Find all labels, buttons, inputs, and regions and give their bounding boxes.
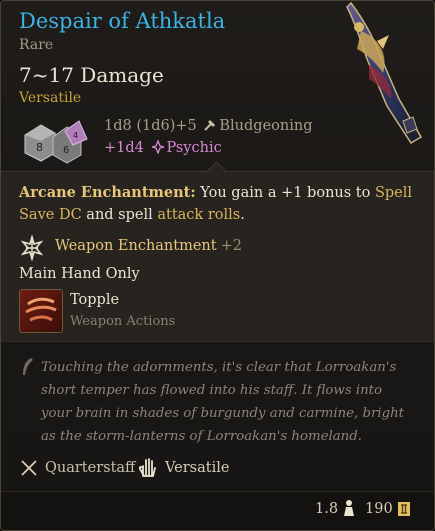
arcane-text-c: . <box>240 207 245 223</box>
action-category: Weapon Actions <box>70 314 176 329</box>
svg-text:8: 8 <box>36 141 43 154</box>
divider <box>1 341 434 342</box>
topple-action-icon[interactable] <box>19 289 63 333</box>
damage-type-psychic: Psychic <box>166 140 222 156</box>
main-hand-only: Main Hand Only <box>19 266 140 282</box>
item-price: 190 <box>365 501 393 517</box>
arcane-text-b: and spell <box>81 207 158 223</box>
quill-icon <box>23 358 33 375</box>
attack-rolls-link[interactable]: attack rolls <box>157 207 240 223</box>
crossed-staves-icon <box>21 460 37 476</box>
bonus-damage-dice: +1d4 <box>104 140 144 156</box>
lore-text: Touching the adornments, it's clear that… <box>41 360 405 444</box>
arcane-enchantment: Arcane Enchantment: You gain a +1 bonus … <box>19 182 419 226</box>
weapon-tag: Versatile <box>19 90 82 106</box>
damage-type-bludgeoning: Bludgeoning <box>219 118 313 134</box>
gold-coin-icon <box>398 502 410 516</box>
weapon-enchantment-icon <box>20 235 44 261</box>
item-name: Despair of Athkatla <box>19 9 226 33</box>
weapon-enchantment-label: Weapon Enchantment <box>55 238 217 254</box>
base-damage-line: 1d8 (1d6)+5 Bludgeoning <box>104 118 312 134</box>
bonus-damage-line: +1d4 Psychic <box>104 140 222 156</box>
action-name: Topple <box>70 292 120 308</box>
weight-icon <box>344 500 354 516</box>
weapon-enchantment: Weapon Enchantment +2 <box>55 238 242 254</box>
svg-text:4: 4 <box>73 131 78 140</box>
svg-text:6: 6 <box>63 145 69 156</box>
arcane-text-a: You gain a +1 bonus to <box>195 185 375 201</box>
arcane-enchantment-label: Arcane Enchantment: <box>19 184 196 201</box>
item-weight: 1.8 <box>315 501 339 517</box>
bludgeoning-icon <box>204 120 216 131</box>
staff-item-image <box>346 1 423 145</box>
psychic-icon <box>151 140 164 154</box>
weapon-enchantment-bonus: +2 <box>220 238 242 254</box>
item-rarity: Rare <box>19 37 54 53</box>
property-versatile: Versatile <box>165 460 230 476</box>
item-tooltip: Despair of Athkatla Rare 7~17 Damage Ver… <box>0 0 435 531</box>
open-hand-icon <box>138 458 156 477</box>
damage-range: 7~17 Damage <box>19 63 164 87</box>
property-quarterstaff: Quarterstaff <box>45 460 136 476</box>
base-damage-dice: 1d8 (1d6)+5 <box>104 118 197 134</box>
topple-icon <box>25 297 57 322</box>
damage-dice-icon: 8 6 4 <box>24 120 88 164</box>
